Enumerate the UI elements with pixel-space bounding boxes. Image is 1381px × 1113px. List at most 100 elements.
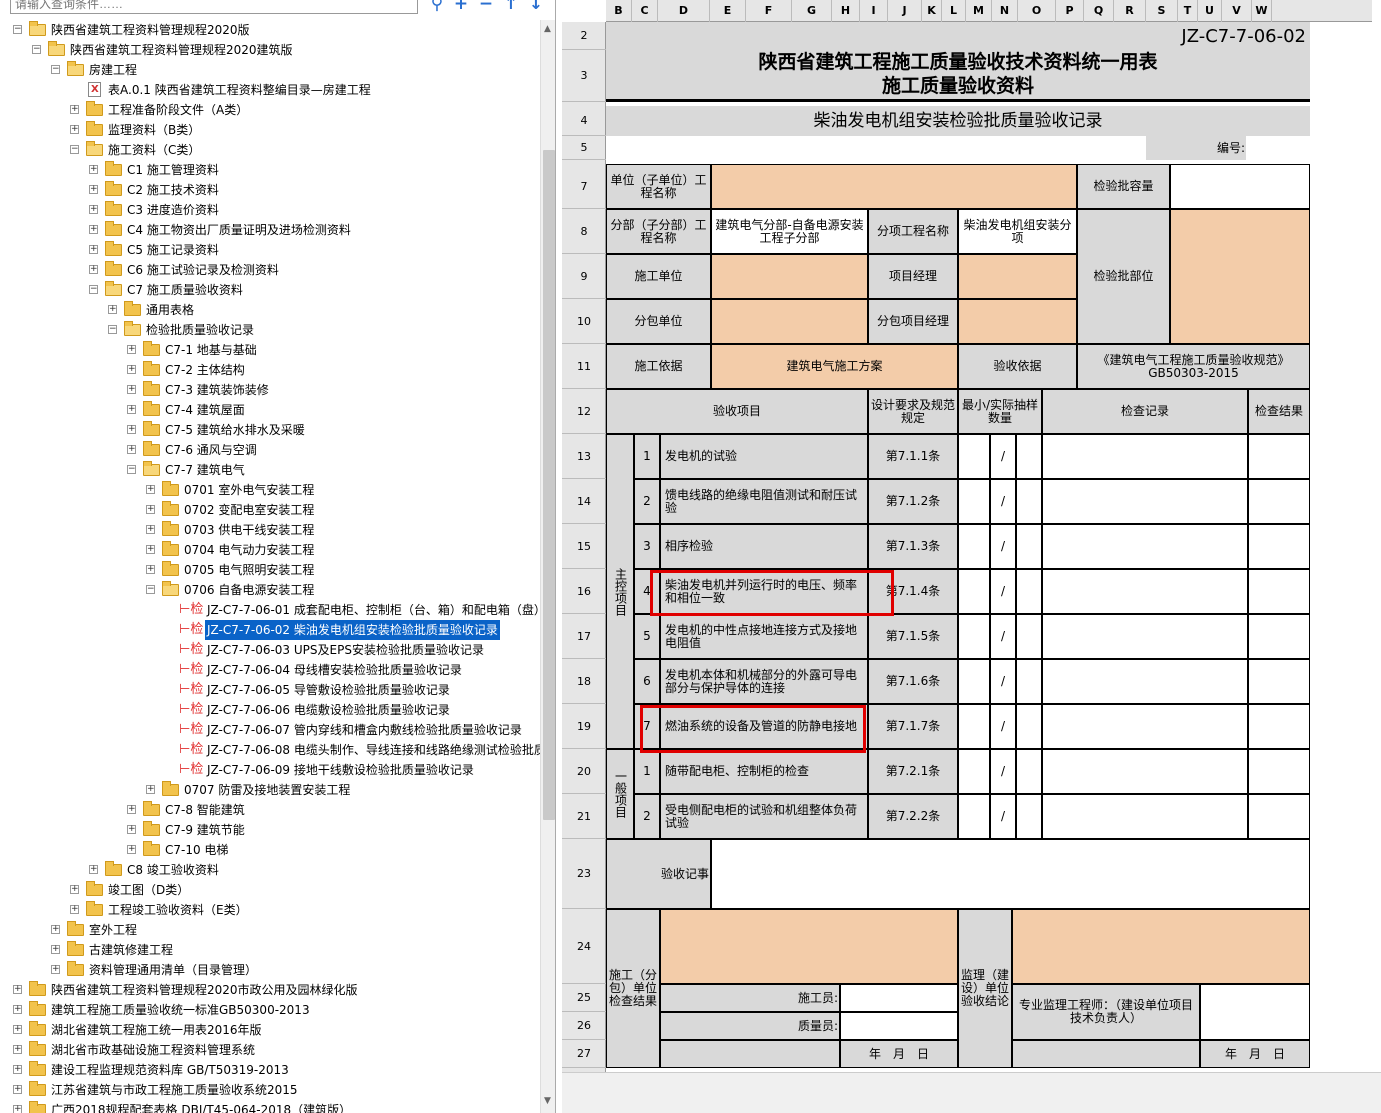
tree-item-label[interactable]: JZ-C7-7-06-03 UPS及EPS安装检验批质量验收记录 [205, 640, 486, 660]
record-field[interactable] [1042, 614, 1248, 659]
column-header[interactable]: U [1198, 0, 1222, 22]
sample-actual[interactable] [1016, 569, 1042, 614]
tree-item-label[interactable]: C7-4 建筑屋面 [163, 400, 247, 420]
collapse-toggle-icon[interactable]: − [89, 285, 98, 294]
tree-item-label[interactable]: C7-3 建筑装饰装修 [163, 380, 271, 400]
tree-item-label[interactable]: 施工资料（C类） [106, 140, 202, 160]
expand-toggle-icon[interactable]: + [127, 845, 136, 854]
expand-toggle-icon[interactable]: + [13, 1065, 22, 1074]
tree-item[interactable]: + C7-6 通风与空调 [0, 440, 540, 460]
tree-item[interactable]: 表A.0.1 陕西省建筑工程资料整编目录—房建工程 [0, 80, 540, 100]
column-header[interactable]: J [888, 0, 922, 22]
tree-item-label[interactable]: 广西2018规程配套表格 DBJ/T45-064-2018（建筑版） [49, 1100, 353, 1113]
tree-item[interactable]: + 通用表格 [0, 300, 540, 320]
tree-item[interactable]: − 0706 自备电源安装工程 [0, 580, 540, 600]
expand-toggle-icon[interactable]: + [13, 1085, 22, 1094]
tree-item-label[interactable]: C7-8 智能建筑 [163, 800, 247, 820]
row-header[interactable]: 27 [562, 1040, 606, 1068]
tree-item-label[interactable]: 0702 变配电室安装工程 [182, 500, 316, 520]
expand-toggle-icon[interactable]: + [127, 365, 136, 374]
sample-actual[interactable] [1016, 434, 1042, 479]
tree-item-label[interactable]: 资料管理通用清单（目录管理） [87, 960, 259, 980]
sample-actual[interactable] [1016, 704, 1042, 749]
notes-field[interactable] [711, 839, 1310, 909]
expand-toggle-icon[interactable]: + [146, 785, 155, 794]
column-header[interactable]: G [792, 0, 832, 22]
tree-item-label[interactable]: 古建筑修建工程 [87, 940, 175, 960]
column-header[interactable]: F [746, 0, 792, 22]
up-arrow-icon[interactable]: ↑ [502, 0, 520, 14]
tree-item[interactable]: + C6 施工试验记录及检测资料 [0, 260, 540, 280]
sample-actual[interactable] [1016, 524, 1042, 569]
down-arrow-icon[interactable]: ↓ [527, 0, 545, 14]
record-field[interactable] [1042, 659, 1248, 704]
tree-item-label[interactable]: 建筑工程施工质量验收统一标准GB50300-2013 [49, 1000, 312, 1020]
sample-min[interactable] [958, 569, 990, 614]
constructor-field[interactable] [711, 254, 868, 299]
row-header[interactable]: 8 [562, 209, 606, 254]
column-header[interactable]: O [1018, 0, 1056, 22]
tree-item-label[interactable]: C5 施工记录资料 [125, 240, 221, 260]
tree-item-label[interactable]: 0707 防雷及接地装置安装工程 [182, 780, 352, 800]
tree-item-label[interactable]: 房建工程 [87, 60, 139, 80]
tree-item[interactable]: +0705 电气照明安装工程 [0, 560, 540, 580]
sample-actual[interactable] [1016, 659, 1042, 704]
tree-item-label[interactable]: 表A.0.1 陕西省建筑工程资料整编目录—房建工程 [106, 80, 373, 100]
expand-toggle-icon[interactable]: + [127, 445, 136, 454]
row-header[interactable]: 21 [562, 794, 606, 839]
sample-min[interactable] [958, 434, 990, 479]
tree-item-label[interactable]: 监理资料（B类） [106, 120, 202, 140]
tree-item-label[interactable]: C6 施工试验记录及检测资料 [125, 260, 281, 280]
tree-item-label[interactable]: 陕西省建筑工程资料管理规程2020建筑版 [68, 40, 295, 60]
result-field[interactable] [1248, 704, 1310, 749]
column-header[interactable]: S [1146, 0, 1178, 22]
row-header[interactable]: 9 [562, 254, 606, 299]
column-header[interactable]: L [942, 0, 966, 22]
tree-item[interactable]: ⊢检 JZ-C7-7-06-05 导管敷设检验批质量验收记录 [0, 680, 540, 700]
tree-item[interactable]: + 广西2018规程配套表格 DBJ/T45-064-2018（建筑版） [0, 1100, 540, 1113]
tree-item[interactable]: ⊢检 JZ-C7-7-06-08 电缆头制作、导线连接和线路绝缘测试检验批质量 [0, 740, 540, 760]
expand-toggle-icon[interactable]: + [108, 305, 117, 314]
row-header[interactable]: 11 [562, 344, 606, 389]
tree-item-label[interactable]: C3 进度造价资料 [125, 200, 221, 220]
tree-item[interactable]: +0702 变配电室安装工程 [0, 500, 540, 520]
tree-item[interactable]: ⊢检 JZ-C7-7-06-06 电缆敷设检验批质量验收记录 [0, 700, 540, 720]
tree-item-label[interactable]: 湖北省市政基础设施工程资料管理系统 [49, 1040, 257, 1060]
tree-item-label[interactable]: 工程竣工验收资料（E类） [106, 900, 250, 920]
sample-min[interactable] [958, 749, 990, 794]
capacity-field[interactable] [1170, 164, 1310, 209]
constructor-conclusion-field[interactable] [660, 909, 958, 984]
expand-toggle-icon[interactable]: + [70, 905, 79, 914]
tree-item-label[interactable]: 建设工程监理规范资料库 GB/T50319-2013 [49, 1060, 291, 1080]
record-field[interactable] [1042, 749, 1248, 794]
tree-item-label[interactable]: JZ-C7-7-06-05 导管敷设检验批质量验收记录 [205, 680, 452, 700]
tree-item[interactable]: + C7-8 智能建筑 [0, 800, 540, 820]
tree-item-label[interactable]: 0705 电气照明安装工程 [182, 560, 316, 580]
column-header[interactable]: B [606, 0, 632, 22]
tree-item[interactable]: + C7-9 建筑节能 [0, 820, 540, 840]
tree-item[interactable]: + C7-4 建筑屋面 [0, 400, 540, 420]
record-field[interactable] [1042, 479, 1248, 524]
expand-toggle-icon[interactable]: + [146, 505, 155, 514]
row-header[interactable]: 15 [562, 524, 606, 569]
tree-item-label[interactable]: 0701 室外电气安装工程 [182, 480, 316, 500]
sample-min[interactable] [958, 794, 990, 839]
tree-scrollbar[interactable]: ▲ ▼ [540, 20, 555, 1113]
tree-item[interactable]: + C5 施工记录资料 [0, 240, 540, 260]
expand-toggle-icon[interactable]: + [127, 825, 136, 834]
row-header[interactable]: 12 [562, 389, 606, 434]
result-field[interactable] [1248, 434, 1310, 479]
tree-item-label[interactable]: JZ-C7-7-06-08 电缆头制作、导线连接和线路绝缘测试检验批质量 [205, 740, 540, 760]
number-field[interactable] [1248, 136, 1308, 158]
expand-toggle-icon[interactable]: + [89, 205, 98, 214]
expand-toggle-icon[interactable]: + [89, 185, 98, 194]
tree-item-label[interactable]: 陕西省建筑工程资料管理规程2020市政公用及园林绿化版 [49, 980, 360, 1000]
tree-item[interactable]: ⊢检 JZ-C7-7-06-03 UPS及EPS安装检验批质量验收记录 [0, 640, 540, 660]
expand-toggle-icon[interactable]: + [51, 925, 60, 934]
row-header[interactable]: 7 [562, 164, 606, 209]
column-header[interactable]: I [860, 0, 888, 22]
sample-actual[interactable] [1016, 479, 1042, 524]
tree-item[interactable]: − 陕西省建筑工程资料管理规程2020建筑版 [0, 40, 540, 60]
tree-item-label[interactable]: 0704 电气动力安装工程 [182, 540, 316, 560]
row-header[interactable]: 23 [562, 839, 606, 909]
